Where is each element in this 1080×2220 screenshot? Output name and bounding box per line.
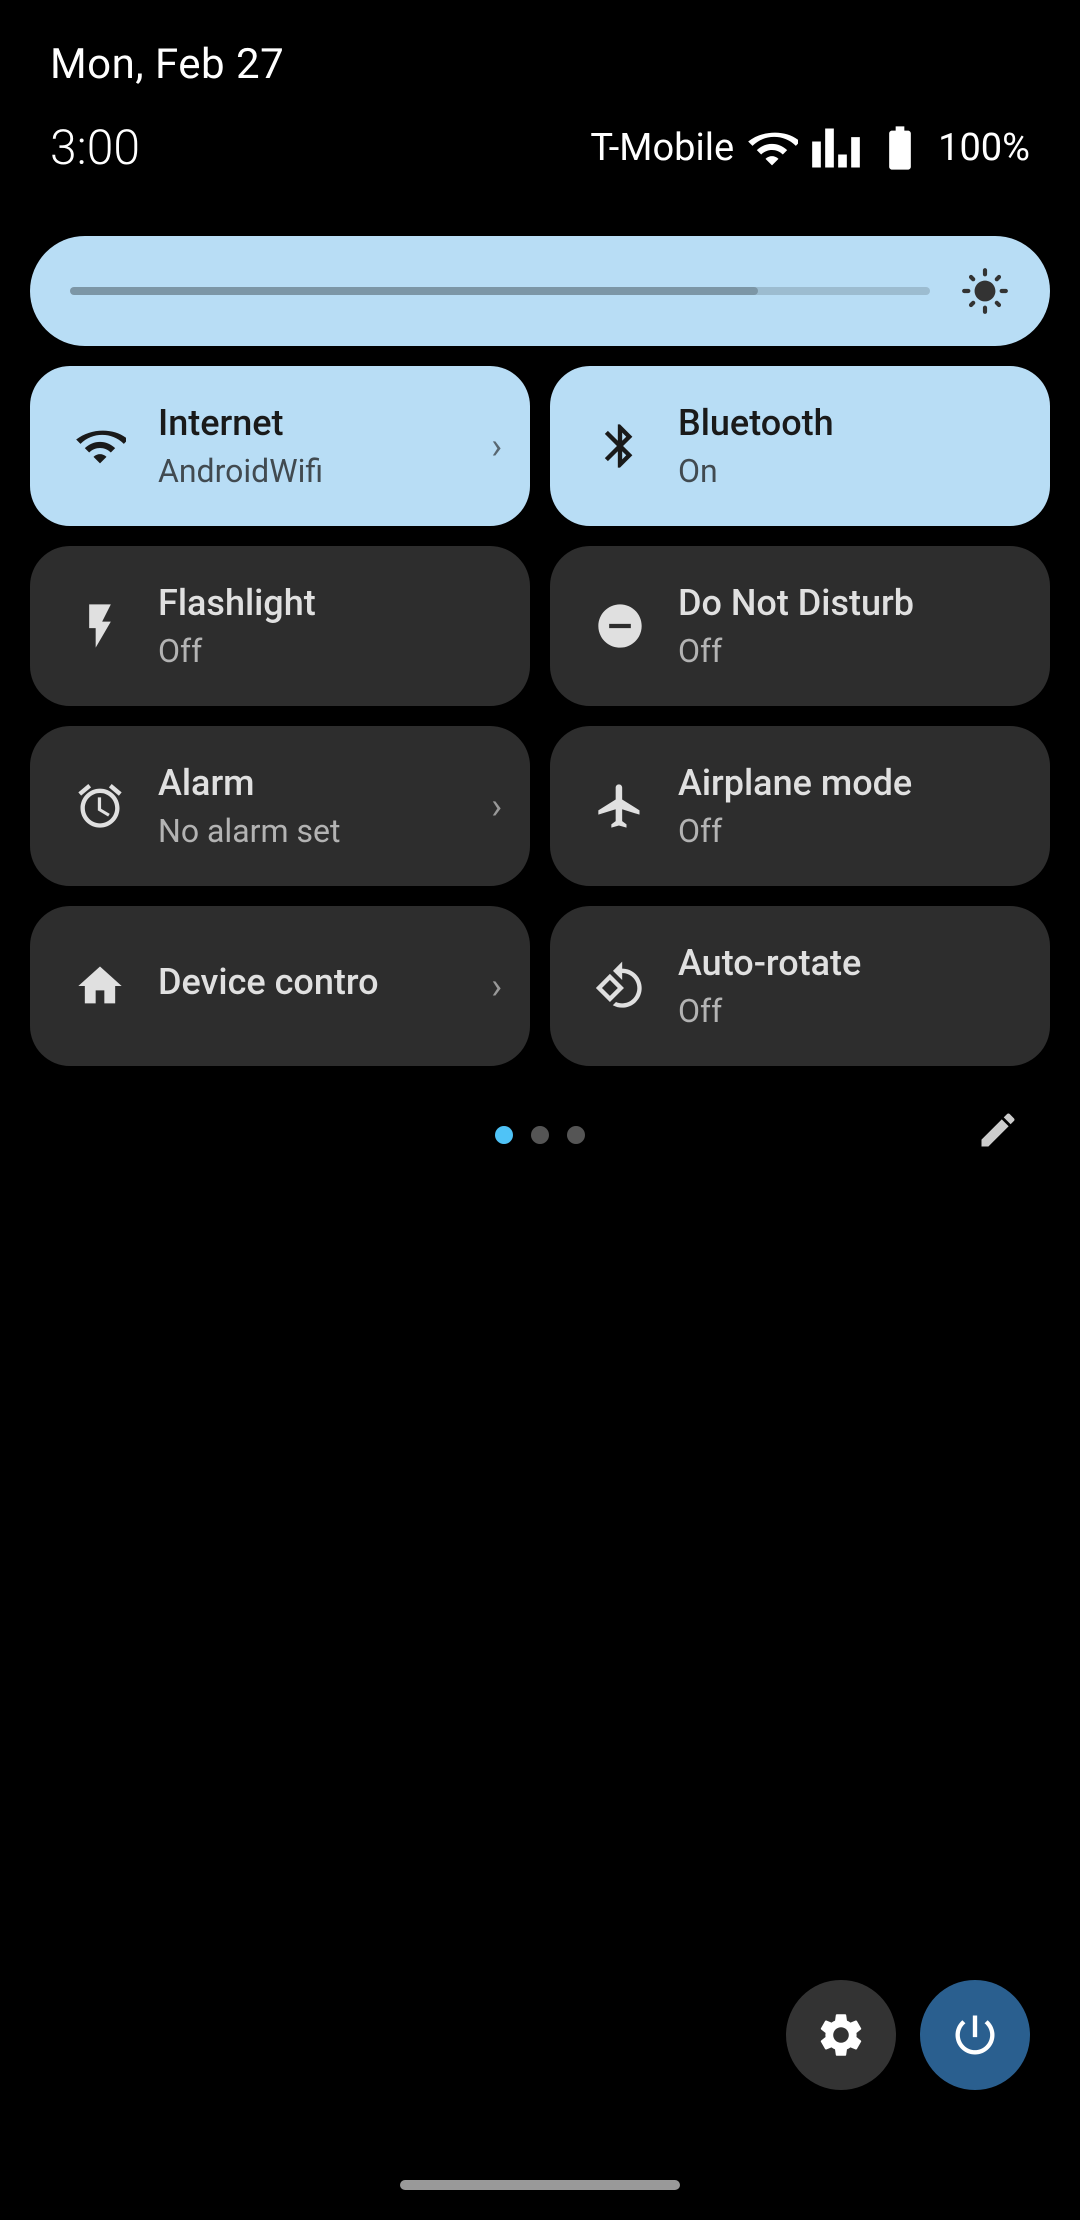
airplane-title: Airplane mode	[678, 762, 912, 805]
tile-bluetooth[interactable]: Bluetooth On	[550, 366, 1050, 526]
battery-percent: 100%	[938, 126, 1030, 170]
tile-internet[interactable]: Internet AndroidWifi ›	[30, 366, 530, 526]
dnd-subtitle: Off	[678, 632, 914, 670]
internet-subtitle: AndroidWifi	[158, 452, 323, 490]
bluetooth-tile-icon	[590, 420, 650, 472]
rotate-tile-icon	[590, 960, 650, 1012]
bluetooth-tile-text: Bluetooth On	[678, 402, 834, 489]
flashlight-tile-text: Flashlight Off	[158, 582, 316, 669]
time-display: 3:00	[50, 119, 140, 176]
page-dot-2[interactable]	[531, 1126, 549, 1144]
airplane-tile-icon	[590, 780, 650, 832]
internet-title: Internet	[158, 402, 323, 445]
flashlight-tile-icon	[70, 600, 130, 652]
date-display: Mon, Feb 27	[50, 40, 1030, 89]
quick-settings-panel: Internet AndroidWifi › Bluetooth On	[30, 236, 1050, 1144]
tile-flashlight[interactable]: Flashlight Off	[30, 546, 530, 706]
device-controls-title: Device contro	[158, 961, 379, 1004]
airplane-tile-text: Airplane mode Off	[678, 762, 912, 849]
home-indicator	[400, 2180, 680, 2190]
signal-icon	[810, 122, 862, 174]
brightness-track	[70, 287, 930, 295]
alarm-chevron-icon: ›	[491, 785, 502, 827]
carrier-info: T-Mobile 100%	[590, 122, 1030, 174]
auto-rotate-title: Auto-rotate	[678, 942, 861, 985]
tile-airplane[interactable]: Airplane mode Off	[550, 726, 1050, 886]
brightness-slider[interactable]	[30, 236, 1050, 346]
bluetooth-title: Bluetooth	[678, 402, 834, 445]
tile-device-controls[interactable]: Device contro ›	[30, 906, 530, 1066]
wifi-tile-icon	[70, 420, 130, 472]
settings-button[interactable]	[786, 1980, 896, 2090]
page-dot-3[interactable]	[567, 1126, 585, 1144]
bottom-buttons	[786, 1980, 1030, 2090]
tiles-grid: Internet AndroidWifi › Bluetooth On	[30, 366, 1050, 1066]
tile-alarm[interactable]: Alarm No alarm set ›	[30, 726, 530, 886]
bluetooth-subtitle: On	[678, 452, 834, 490]
brightness-fill	[70, 287, 758, 295]
device-controls-tile-text: Device contro	[158, 961, 379, 1010]
power-button[interactable]	[920, 1980, 1030, 2090]
page-indicators	[30, 1126, 1050, 1144]
internet-tile-text: Internet AndroidWifi	[158, 402, 323, 489]
wifi-icon	[746, 122, 798, 174]
auto-rotate-tile-text: Auto-rotate Off	[678, 942, 861, 1029]
alarm-title: Alarm	[158, 762, 340, 805]
dnd-tile-icon	[590, 600, 650, 652]
flashlight-title: Flashlight	[158, 582, 316, 625]
brightness-icon	[960, 266, 1010, 316]
alarm-subtitle: No alarm set	[158, 812, 340, 850]
carrier-name: T-Mobile	[590, 126, 734, 170]
device-controls-chevron-icon: ›	[491, 965, 502, 1007]
alarm-tile-text: Alarm No alarm set	[158, 762, 340, 849]
status-bar: Mon, Feb 27 3:00 T-Mobile 100%	[0, 0, 1080, 196]
tile-dnd[interactable]: Do Not Disturb Off	[550, 546, 1050, 706]
flashlight-subtitle: Off	[158, 632, 316, 670]
tile-auto-rotate[interactable]: Auto-rotate Off	[550, 906, 1050, 1066]
dnd-tile-text: Do Not Disturb Off	[678, 582, 914, 669]
battery-icon	[874, 122, 926, 174]
dnd-title: Do Not Disturb	[678, 582, 914, 625]
internet-chevron-icon: ›	[491, 425, 502, 467]
edit-button[interactable]	[976, 1108, 1020, 1163]
auto-rotate-subtitle: Off	[678, 992, 861, 1030]
home-tile-icon	[70, 960, 130, 1012]
alarm-tile-icon	[70, 780, 130, 832]
page-dot-1[interactable]	[495, 1126, 513, 1144]
airplane-subtitle: Off	[678, 812, 912, 850]
